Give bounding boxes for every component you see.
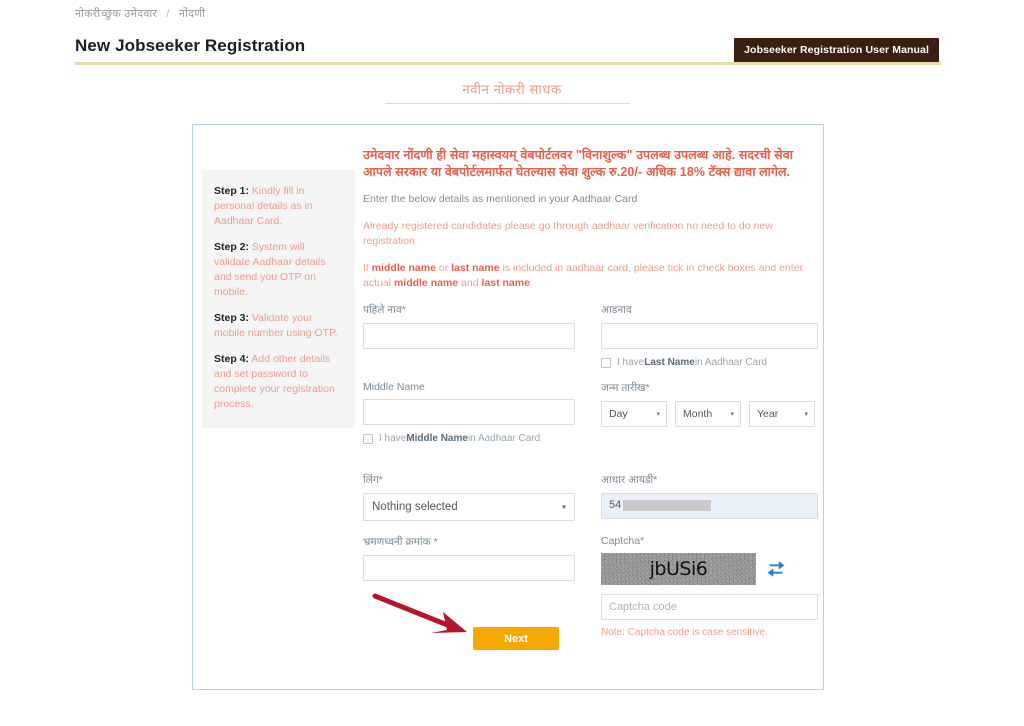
note-fragment: and [458,277,482,289]
user-manual-button[interactable]: Jobseeker Registration User Manual [734,38,939,63]
breadcrumb-current: नोंदणी [178,8,206,20]
last-name-group: आडनाव I have Last Name in Aadhaar Card [601,303,818,368]
breadcrumb-separator: / [166,8,170,20]
aadhaar-instruction: Enter the below details as mentioned in … [363,193,638,205]
last-name-checkbox-row: I have Last Name in Aadhaar Card [601,357,818,368]
step-label: Step 2: [214,241,250,253]
chevron-down-icon: ▾ [730,411,734,418]
page-title: New Jobseeker Registration [75,36,306,55]
already-registered-note: Already registered candidates please go … [363,220,773,247]
middlename-dob-row: Middle Name I have Middle Name in Aadhaa… [363,381,818,473]
checkbox-text: I have [379,433,407,444]
dob-group: जन्म तारीख* Day ▾ Month ▾ Year ▾ [601,381,818,427]
middle-name-label: Middle Name [363,381,425,393]
note-bold-last-name: last name [451,262,500,274]
last-name-label: आडनाव [601,304,632,316]
breadcrumb: नोकरीच्छुक उमेदवार / नोंदणी [75,6,205,21]
registration-form: उमेदवार नोंदणी ही सेवा महास्वयम् वेबपोर्… [363,147,818,645]
breadcrumb-parent[interactable]: नोकरीच्छुक उमेदवार [75,8,157,20]
captcha-image: jbUSi6 [601,553,756,585]
chevron-down-icon: ▾ [804,411,808,418]
first-name-input[interactable] [363,323,575,349]
dob-day-value: Day [609,408,628,420]
note-bold-last-name: last name [481,277,530,289]
captcha-group: Captcha* jbUSi6 Note: Captcha code is ca… [601,535,818,638]
aadhaar-redaction-bar [623,500,711,511]
middle-last-name-note: If middle name or last name is included … [363,261,818,291]
aadhaar-group: आधार आयडी* 54 [601,473,818,519]
mobile-input[interactable] [363,555,575,581]
step-item: Step 1: Kindly fill in personal details … [214,184,343,229]
mobile-captcha-row: भ्रमणध्वनी क्रमांक * Captcha* jbUSi6 Not… [363,535,818,645]
step-label: Step 1: [214,185,250,197]
aadhaar-input-wrapper: 54 [601,493,818,519]
captcha-note: Note: Captcha code is case sensitive. [601,627,768,638]
steps-panel: Step 1: Kindly fill in personal details … [202,170,355,428]
step-label: Step 3: [214,312,250,324]
mobile-label: भ्रमणध्वनी क्रमांक * [363,536,438,548]
dob-year-select[interactable]: Year ▾ [749,401,815,427]
mobile-group: भ्रमणध्वनी क्रमांक * [363,535,575,581]
middle-name-checkbox[interactable] [363,433,373,444]
note-fragment: If [363,262,372,274]
last-name-input[interactable] [601,323,818,349]
dob-month-select[interactable]: Month ▾ [675,401,741,427]
aadhaar-visible-digits: 54 [609,499,622,511]
dob-year-value: Year [757,408,779,420]
captcha-image-row: jbUSi6 [601,553,818,585]
note-bold-middle-name: middle name [393,277,459,289]
aadhaar-label: आधार आयडी* [601,474,658,486]
first-name-group: पहिले नाव* [363,303,575,349]
sub-heading-divider [385,103,630,104]
name-row: पहिले नाव* आडनाव I have Last Name in Aadh… [363,303,818,381]
sub-heading: नवीन नोकरी साधक [462,82,562,97]
middle-name-group: Middle Name I have Middle Name in Aadhaa… [363,381,575,444]
dob-label: जन्म तारीख* [601,382,650,394]
title-divider [75,62,941,65]
checkbox-text: I have [617,357,645,368]
refresh-captcha-icon[interactable] [765,558,787,580]
step-item: Step 4: Add other details and set passwo… [214,352,343,412]
chevron-down-icon: ▾ [561,502,566,512]
note-bold-middle-name: middle name [371,262,436,274]
note-fragment: or [435,262,452,274]
checkbox-bold-label: Middle Name [406,433,468,444]
step-item: Step 2: System will validate Aadhaar det… [214,240,343,300]
step-label: Step 4: [214,353,250,365]
gender-label: लिंग* [363,474,383,486]
captcha-input[interactable] [601,594,818,620]
gender-selected-value: Nothing selected [372,501,458,513]
chevron-down-icon: ▾ [656,411,660,418]
next-button[interactable]: Next [473,627,559,650]
step-item: Step 3: Validate your mobile number usin… [214,311,343,341]
last-name-checkbox[interactable] [601,357,611,368]
gender-group: लिंग* Nothing selected ▾ [363,473,575,521]
checkbox-text: in Aadhaar Card [694,357,768,368]
middle-name-input[interactable] [363,399,575,425]
gender-select[interactable]: Nothing selected ▾ [363,493,575,521]
registration-card: Step 1: Kindly fill in personal details … [192,124,824,690]
dob-day-select[interactable]: Day ▾ [601,401,667,427]
dob-month-value: Month [683,408,713,420]
checkbox-text: in Aadhaar Card [467,433,541,444]
middle-name-checkbox-row: I have Middle Name in Aadhaar Card [363,433,575,444]
gender-aadhaar-row: लिंग* Nothing selected ▾ आधार आयडी* 54 [363,473,818,535]
first-name-label: पहिले नाव* [363,304,406,316]
fee-notice: उमेदवार नोंदणी ही सेवा महास्वयम् वेबपोर्… [363,148,794,179]
captcha-label: Captcha* [601,535,645,547]
captcha-code-text: jbUSi6 [649,558,708,580]
checkbox-bold-label: Last Name [644,357,695,368]
